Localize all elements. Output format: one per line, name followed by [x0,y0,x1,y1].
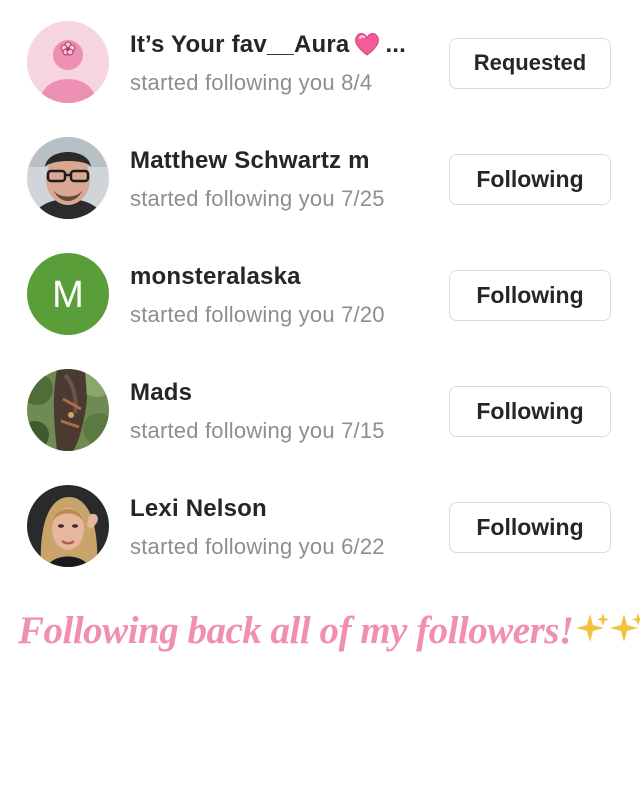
truncation-ellipsis: ... [385,31,407,58]
activity-text: started following you 7/25 [130,186,385,211]
caption-text: Following back all of my followers! [18,609,574,652]
profile-photo [27,137,109,219]
following-button[interactable]: Following [449,154,611,205]
username[interactable]: Matthew Schwartz m [130,147,370,175]
activity-text: started following you 6/22 [130,534,385,559]
letter-avatar: M [27,253,109,335]
list-item[interactable]: Lexi Nelson started following you 6/22 F… [0,464,640,580]
username-text: It’s Your fav__Aura [130,31,350,58]
following-button[interactable]: Following [449,270,611,321]
following-button[interactable]: Following [449,502,611,553]
requested-button[interactable]: Requested [449,38,611,89]
list-item[interactable]: It’s Your fav__Aura... started following… [0,0,640,116]
activity-text: started following you 8/4 [130,70,373,95]
pink-heart-icon [355,33,380,56]
list-item[interactable]: Matthew Schwartz m started following you… [0,116,640,232]
avatar[interactable]: M [27,253,109,335]
list-item[interactable]: M monsteralaska started following you 7/… [0,232,640,348]
username[interactable]: It’s Your fav__Aura... [130,31,406,59]
avatar-letter: M [52,274,84,316]
profile-photo [27,369,109,451]
avatar[interactable] [27,21,109,103]
avatar[interactable] [27,369,109,451]
activity-text: started following you 7/15 [130,418,385,443]
avatar[interactable] [27,485,109,567]
default-avatar-icon [27,21,109,103]
overlay-caption: Following back all of my followers! [18,608,640,668]
username[interactable]: Mads [130,379,192,407]
profile-photo [27,485,109,567]
username[interactable]: Lexi Nelson [130,495,267,523]
username[interactable]: monsteralaska [130,263,301,291]
activity-text: started following you 7/20 [130,302,385,327]
following-button[interactable]: Following [449,386,611,437]
sparkles-icon [575,613,640,642]
avatar[interactable] [27,137,109,219]
list-item[interactable]: Mads started following you 7/15 Followin… [0,348,640,464]
